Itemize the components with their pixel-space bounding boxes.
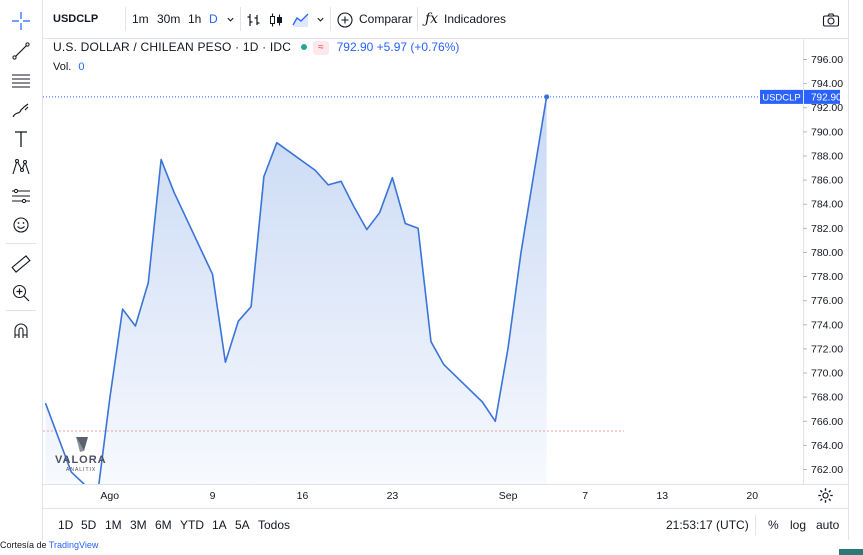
attribution-prefix: Cortesía de [0,540,47,550]
x-tick-label: 7 [582,490,588,502]
y-tick-label: 764.00 [811,440,843,452]
x-tick-label: Ago [100,490,119,502]
logo-brand-text: VALORA [55,454,107,466]
y-tick-label: 780.00 [811,247,843,259]
y-tick-label: 786.00 [811,175,843,187]
y-tick-label: 772.00 [811,343,843,355]
y-tick-label: 774.00 [811,319,843,331]
x-tick-label: 9 [210,490,216,502]
tradingview-link[interactable]: TradingView [49,540,99,550]
range-6m[interactable]: 6M [155,509,172,541]
attribution: Cortesía de TradingView [0,540,98,550]
x-tick-label: Sep [499,490,518,502]
x-tick-label: 13 [656,490,668,502]
clock-time[interactable]: 21:53:17 (UTC) [666,509,749,541]
legend-last-price: 792.90 [336,40,374,54]
market-status-dot [301,44,308,51]
y-tick-label: 766.00 [811,416,843,428]
gear-icon[interactable] [817,487,834,509]
log-toggle[interactable]: log [790,509,806,541]
y-tick-label: 792.00 [811,102,843,114]
y-tick-label: 784.00 [811,199,843,211]
range-5a[interactable]: 5A [235,509,250,541]
range-ytd[interactable]: YTD [180,509,204,541]
volume-value: 0 [78,61,85,73]
volume-label: Vol. [53,61,72,73]
y-tick-label: 776.00 [811,295,843,307]
y-tick-label: 796.00 [811,54,843,66]
last-price-tag: USDCLP 792.90 [760,89,842,104]
range-3m[interactable]: 3M [130,509,147,541]
divider [755,515,756,535]
x-tick-label: 16 [297,490,309,502]
range-1a[interactable]: 1A [212,509,227,541]
x-tick-label: 20 [746,490,758,502]
range-1m[interactable]: 1M [105,509,122,541]
bottom-toolbar: 1D 5D 1M 3M 6M YTD 1A 5A Todos 21:53:17 … [43,508,848,541]
y-tick-label: 762.00 [811,464,843,476]
logo-sub-text: ANALITIX [66,467,97,473]
price-tag-value: 792.90 [811,92,842,103]
x-tick-label: 23 [387,490,399,502]
y-tick-label: 794.00 [811,78,843,90]
range-1d[interactable]: 1D [58,509,73,541]
volume-legend: Vol. 0 [53,61,85,73]
valora-analitix-logo: VALORA ANALITIX [54,437,114,477]
price-chart[interactable]: 796.00 794.00 792.00 790.00 788.00 786.00 784.… [0,0,863,555]
chart-legend: U.S. DOLLAR / CHILEAN PESO · 1D · IDC ≈79… [53,40,459,55]
y-tick-label: 770.00 [811,368,843,380]
y-tick-label: 788.00 [811,150,843,162]
y-tick-label: 782.00 [811,223,843,235]
y-tick-label: 768.00 [811,392,843,404]
percent-toggle[interactable]: % [768,509,779,541]
delay-badge-icon[interactable]: ≈ [313,40,329,55]
legend-change: +5.97 (+0.76%) [376,40,460,54]
auto-toggle[interactable]: auto [816,509,839,541]
y-tick-label: 790.00 [811,126,843,138]
range-todos[interactable]: Todos [258,509,290,541]
price-tag-symbol: USDCLP [762,92,801,103]
range-5d[interactable]: 5D [81,509,96,541]
corner-marker [839,549,863,555]
y-tick-label: 778.00 [811,271,843,283]
legend-title: U.S. DOLLAR / CHILEAN PESO · 1D · IDC [53,40,292,54]
